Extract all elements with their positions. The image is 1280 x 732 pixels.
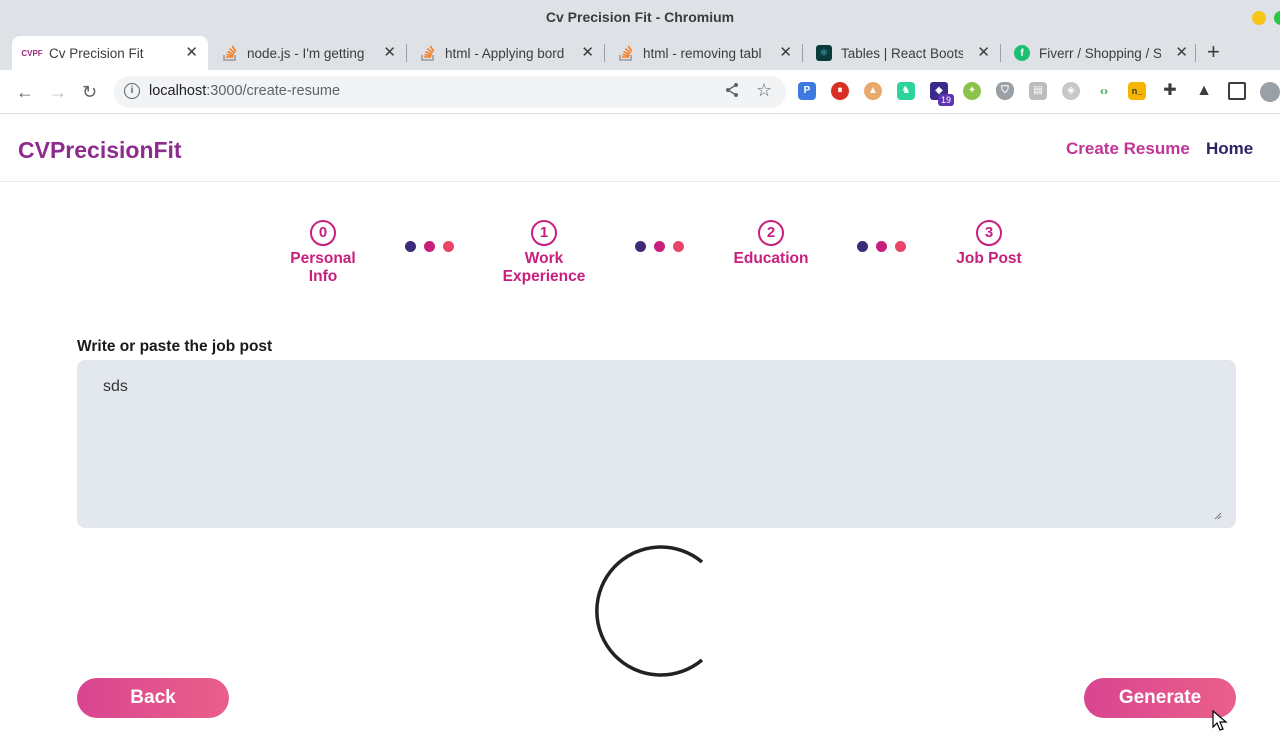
- step-number: 1: [531, 220, 557, 246]
- profile-avatar-icon[interactable]: [1260, 82, 1280, 102]
- tab-separator: [406, 44, 407, 62]
- bookmark-star-icon[interactable]: ☆: [756, 80, 772, 101]
- tab-nodejs[interactable]: node.js - I'm getting ✕: [210, 36, 406, 70]
- window-titlebar: Cv Precision Fit - Chromium: [0, 0, 1280, 36]
- tab-react-bootstrap-tables[interactable]: ⚛ Tables | React Boots ✕: [804, 36, 1000, 70]
- address-url[interactable]: localhost:3000/create-resume: [149, 83, 340, 99]
- tab-label: Cv Precision Fit: [49, 45, 144, 61]
- terminal-extension-icon[interactable]: n_: [1128, 82, 1146, 100]
- tab-fiverr-shopping[interactable]: f Fiverr / Shopping / S ✕: [1002, 36, 1198, 70]
- forward-arrow-icon[interactable]: →: [49, 82, 67, 102]
- code-extension-icon[interactable]: ‹›: [1095, 82, 1113, 100]
- tab-separator: [604, 44, 605, 62]
- step-personal-info[interactable]: 0 Personal Info: [263, 220, 383, 286]
- tab-label: node.js - I'm getting: [247, 45, 365, 61]
- step-number: 3: [976, 220, 1002, 246]
- step-number: 0: [310, 220, 336, 246]
- step-job-post[interactable]: 3 Job Post: [929, 220, 1049, 268]
- app-page: CVPrecisionFit Create Resume Home 0 Pers…: [0, 115, 1280, 731]
- extension-badge: 19: [938, 94, 955, 106]
- flask-icon[interactable]: ▲: [1195, 82, 1213, 100]
- brand-logo[interactable]: CVPrecisionFit: [18, 137, 182, 164]
- close-tab-icon[interactable]: ✕: [185, 45, 198, 61]
- tab-cv-precision-fit[interactable]: CVPF Cv Precision Fit ✕: [12, 36, 208, 70]
- step-label: Job Post: [956, 250, 1022, 267]
- step-label: Personal Info: [290, 250, 356, 285]
- adblock-extension-icon[interactable]: ⏸: [831, 82, 849, 100]
- new-tab-plus-icon[interactable]: +: [1207, 41, 1220, 63]
- back-arrow-icon[interactable]: ←: [16, 82, 34, 102]
- step-work-experience[interactable]: 1 Work Experience: [484, 220, 604, 286]
- nav-home[interactable]: Home: [1206, 139, 1253, 159]
- pdf-extension-icon[interactable]: P: [798, 82, 816, 100]
- fiverr-icon: f: [1014, 45, 1030, 61]
- tab-label: html - removing tabl: [643, 45, 762, 61]
- app-header: CVPrecisionFit Create Resume Home: [0, 115, 1280, 182]
- close-tab-icon[interactable]: ✕: [977, 45, 990, 61]
- job-post-textarea[interactable]: sds: [77, 360, 1236, 528]
- job-post-label: Write or paste the job post: [77, 338, 273, 355]
- nav-create-resume[interactable]: Create Resume: [1066, 139, 1190, 159]
- stackoverflow-icon: [618, 45, 634, 61]
- step-education[interactable]: 2 Education: [711, 220, 831, 268]
- step-label: Work Experience: [502, 250, 586, 285]
- shield-extension-icon[interactable]: ⛉: [996, 82, 1014, 100]
- window-title: Cv Precision Fit - Chromium: [545, 9, 735, 25]
- minimize-button[interactable]: [1252, 11, 1266, 25]
- unicorn-extension-icon[interactable]: ♞: [897, 82, 915, 100]
- tab-label: Fiverr / Shopping / S: [1039, 45, 1161, 61]
- react-bootstrap-icon: ⚛: [816, 45, 832, 61]
- tab-separator: [1195, 44, 1196, 62]
- close-tab-icon[interactable]: ✕: [383, 45, 396, 61]
- close-tab-icon[interactable]: ✕: [581, 45, 594, 61]
- side-panel-icon[interactable]: [1228, 82, 1246, 100]
- browser-toolbar: ← → ↻ i localhost:3000/create-resume ☆: [0, 70, 1280, 114]
- step-connector-dots: [635, 241, 684, 252]
- tab-label: html - Applying bord: [445, 45, 565, 61]
- reload-icon[interactable]: ↻: [82, 82, 97, 102]
- back-button[interactable]: Back: [77, 678, 229, 718]
- loading-spinner-icon: [595, 545, 704, 677]
- stackoverflow-icon: [222, 45, 238, 61]
- resize-grip-icon[interactable]: [1212, 510, 1222, 520]
- stackoverflow-icon: [420, 45, 436, 61]
- mouse-cursor-icon: [1212, 710, 1228, 731]
- close-tab-icon[interactable]: ✕: [1175, 45, 1188, 61]
- tab-separator: [802, 44, 803, 62]
- tab-html-applying-border[interactable]: html - Applying bord ✕: [408, 36, 604, 70]
- step-connector-dots: [857, 241, 906, 252]
- share-icon[interactable]: [724, 82, 740, 103]
- extensions-puzzle-icon[interactable]: ✚: [1161, 82, 1179, 100]
- tab-html-removing-table[interactable]: html - removing tabl ✕: [606, 36, 802, 70]
- tab-label: Tables | React Boots: [841, 45, 963, 61]
- tab-strip: CVPF Cv Precision Fit ✕ node.js - I'm ge…: [0, 36, 1280, 70]
- step-label: Education: [733, 250, 809, 267]
- address-bar[interactable]: i localhost:3000/create-resume ☆: [114, 76, 786, 108]
- compass-extension-icon[interactable]: ◈: [1062, 82, 1080, 100]
- lightbulb-extension-icon[interactable]: ✦: [963, 82, 981, 100]
- fox-extension-icon[interactable]: ▲: [864, 82, 882, 100]
- close-tab-icon[interactable]: ✕: [779, 45, 792, 61]
- document-extension-icon[interactable]: ▤: [1029, 82, 1047, 100]
- step-connector-dots: [405, 241, 454, 252]
- tab-separator: [1000, 44, 1001, 62]
- site-info-icon[interactable]: i: [124, 83, 140, 99]
- cvpf-favicon-icon: CVPF: [21, 48, 43, 58]
- step-number: 2: [758, 220, 784, 246]
